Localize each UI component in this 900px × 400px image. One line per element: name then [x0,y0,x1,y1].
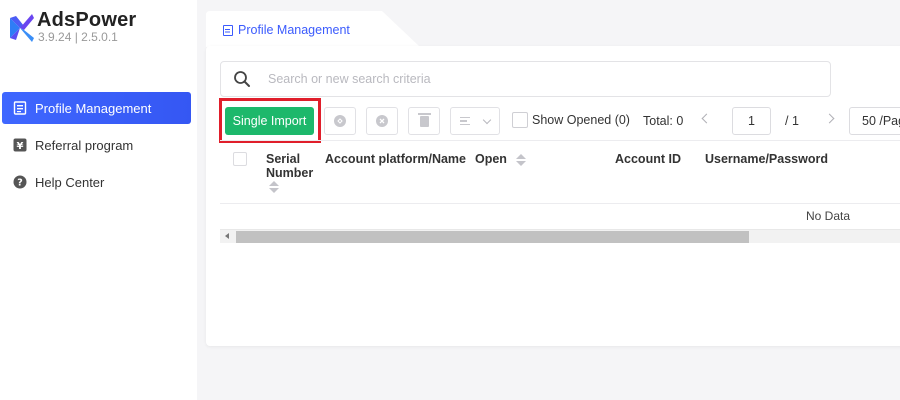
yen-icon: ¥ [13,138,27,152]
svg-text:¥: ¥ [17,141,24,152]
list-dropdown-button[interactable] [450,107,500,135]
delete-button[interactable] [408,107,440,135]
circle-button-icon [334,115,346,127]
list-dropdown-icon [460,117,470,125]
column-username-password: Username/Password [705,152,828,166]
total-value: 0 [676,114,684,128]
scroll-left-icon[interactable] [225,233,229,239]
horizontal-scrollbar[interactable] [220,229,900,243]
empty-state: No Data [806,209,851,223]
sidebar-item-referral-program[interactable]: ¥ Referral program [2,129,191,161]
search-input[interactable] [268,72,808,86]
close-circle-button[interactable] [366,107,398,135]
single-import-button[interactable]: Single Import [225,107,314,135]
show-opened-checkbox[interactable] [512,112,528,128]
sidebar-item-label: Help Center [35,174,105,190]
sidebar: AdsPower 3.9.24 | 2.5.0.1 Profile Manage… [0,0,197,400]
show-opened-toggle[interactable]: Show Opened (0) [512,112,630,128]
brand: AdsPower 3.9.24 | 2.5.0.1 [8,8,136,44]
sidebar-item-help-center[interactable]: ? Help Center [2,166,191,198]
help-icon: ? [13,175,27,189]
chevron-down-icon [482,115,492,124]
total-label: Total: [643,114,673,128]
close-circle-icon [376,115,388,127]
trash-icon [417,112,431,127]
app-version: 3.9.24 | 2.5.0.1 [38,30,118,44]
page-total: / 1 [785,114,799,128]
column-serial-number[interactable]: Serial Number [266,152,320,180]
doc-icon [223,24,233,36]
column-account-id: Account ID [615,152,681,166]
app-name: AdsPower [37,9,137,31]
sort-icon[interactable] [516,153,527,166]
sidebar-item-profile-management[interactable]: Profile Management [2,92,191,124]
total-count: Total: 0 [643,114,683,128]
scrollbar-thumb[interactable] [236,231,749,243]
sidebar-item-label: Referral program [35,137,134,153]
select-all-checkbox[interactable] [233,152,247,166]
tab-profile-management[interactable]: Profile Management [208,11,422,47]
circle-button[interactable] [324,107,356,135]
profile-doc-icon [13,101,27,115]
table-header: Serial Number Account platform/Name Open… [220,140,900,204]
column-open[interactable]: Open [475,152,527,166]
search-bar[interactable] [220,61,831,97]
page-number-input[interactable] [732,107,771,135]
sort-icon[interactable] [269,181,279,193]
search-icon [234,71,250,87]
tab-label: Profile Management [238,23,350,37]
adspower-logo-icon [10,14,34,42]
column-account-platform: Account platform/Name [325,152,466,166]
sidebar-item-label: Profile Management [35,100,152,116]
sidebar-nav: Profile Management ¥ Referral program ? … [2,92,191,203]
svg-text:?: ? [17,178,23,189]
show-opened-label: Show Opened (0) [532,113,630,127]
page-size-select[interactable]: 50 /Page [849,107,900,135]
column-open-label: Open [475,152,507,166]
